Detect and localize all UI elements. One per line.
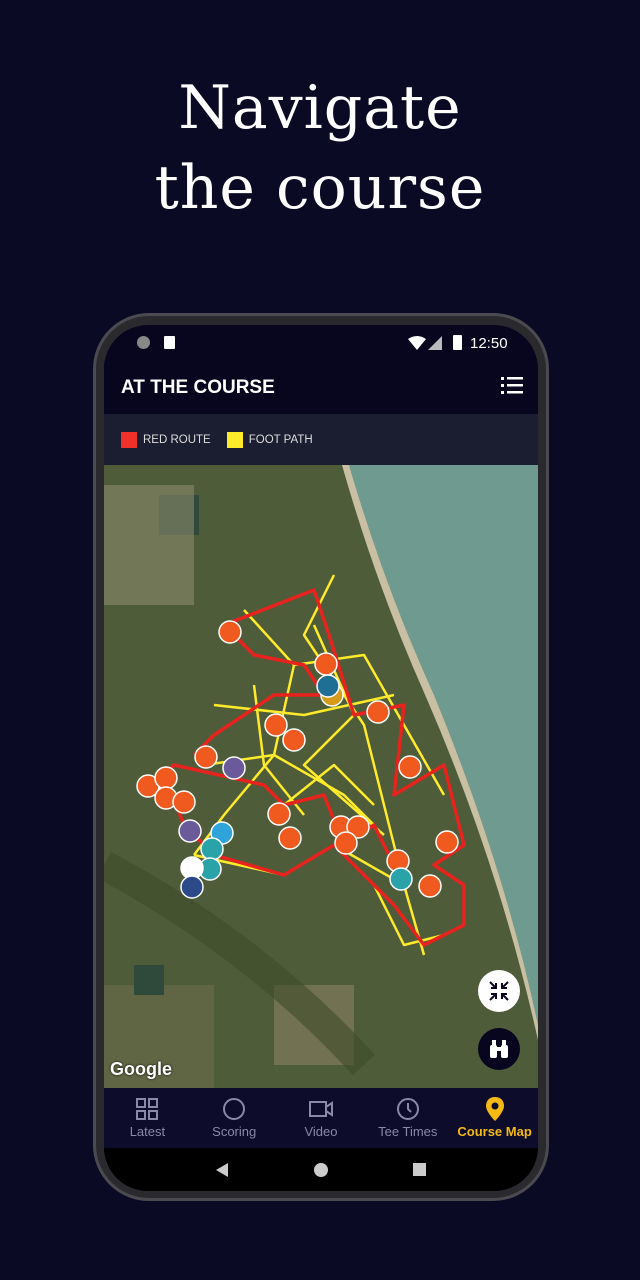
collapse-icon bbox=[489, 981, 509, 1001]
list-icon[interactable] bbox=[501, 375, 523, 395]
back-icon[interactable] bbox=[216, 1162, 230, 1177]
map-marker[interactable] bbox=[222, 756, 246, 780]
map-marker[interactable] bbox=[172, 790, 196, 814]
headline-line2: the course bbox=[154, 153, 486, 223]
wifi-icon bbox=[408, 336, 426, 350]
map-marker[interactable] bbox=[435, 830, 459, 854]
clock-icon bbox=[396, 1098, 419, 1120]
map-canvas[interactable] bbox=[104, 465, 538, 1088]
map-marker[interactable] bbox=[334, 831, 358, 855]
tab-tee-times[interactable]: Tee Times bbox=[364, 1088, 451, 1148]
recents-icon[interactable] bbox=[412, 1163, 426, 1176]
map-marker[interactable] bbox=[264, 713, 288, 737]
location-pin-icon bbox=[485, 1097, 504, 1121]
red-route-swatch bbox=[121, 431, 137, 448]
video-icon bbox=[308, 1101, 333, 1117]
map-marker[interactable] bbox=[316, 674, 340, 698]
headline-line1: Navigate bbox=[178, 73, 462, 143]
signal-icon bbox=[428, 336, 442, 350]
map-marker[interactable] bbox=[389, 867, 413, 891]
map-marker[interactable] bbox=[282, 728, 306, 752]
tab-scoring[interactable]: Scoring bbox=[191, 1088, 278, 1148]
course-map[interactable]: Google bbox=[104, 465, 538, 1088]
tab-label: Latest bbox=[129, 1124, 166, 1139]
tab-label: Tee Times bbox=[378, 1124, 438, 1139]
headline: Navigate the course bbox=[0, 68, 640, 228]
tab-label: Course Map bbox=[457, 1124, 532, 1139]
phone-screen: 12:50 AT THE COURSE RED ROUTE FOOT PATH … bbox=[104, 325, 538, 1191]
battery-icon bbox=[453, 335, 462, 350]
tab-course-map[interactable]: Course Map bbox=[451, 1088, 538, 1148]
status-bar: 12:50 bbox=[104, 325, 538, 361]
clock-time: 12:50 bbox=[470, 335, 508, 352]
foot-path-swatch bbox=[226, 431, 243, 448]
app-bar: AT THE COURSE bbox=[104, 361, 538, 414]
map-marker[interactable] bbox=[218, 620, 242, 644]
sd-card-icon bbox=[164, 336, 175, 349]
map-marker[interactable] bbox=[278, 826, 302, 850]
map-marker[interactable] bbox=[314, 652, 338, 676]
system-nav bbox=[104, 1148, 538, 1191]
map-marker[interactable] bbox=[398, 755, 422, 779]
map-legend: RED ROUTE FOOT PATH bbox=[104, 414, 538, 465]
legend-foot-path: FOOT PATH bbox=[248, 433, 313, 446]
map-marker[interactable] bbox=[418, 874, 442, 898]
tab-label: Scoring bbox=[212, 1124, 257, 1139]
binoculars-button[interactable] bbox=[478, 1028, 520, 1070]
home-icon[interactable] bbox=[314, 1162, 329, 1177]
map-marker[interactable] bbox=[180, 875, 204, 899]
grid-icon bbox=[136, 1098, 159, 1120]
camera-dot-icon bbox=[137, 336, 150, 349]
map-marker[interactable] bbox=[267, 802, 291, 826]
golf-ball-icon bbox=[223, 1098, 246, 1120]
legend-red-route: RED ROUTE bbox=[143, 433, 211, 446]
collapse-button[interactable] bbox=[478, 970, 520, 1012]
map-marker[interactable] bbox=[194, 745, 218, 769]
map-marker[interactable] bbox=[200, 837, 224, 861]
page-title: AT THE COURSE bbox=[121, 377, 275, 398]
tab-latest[interactable]: Latest bbox=[104, 1088, 191, 1148]
map-marker[interactable] bbox=[178, 819, 202, 843]
tab-video[interactable]: Video bbox=[278, 1088, 365, 1148]
map-marker[interactable] bbox=[366, 700, 390, 724]
binoculars-icon bbox=[490, 1040, 508, 1058]
tab-label: Video bbox=[304, 1124, 338, 1139]
google-attribution: Google bbox=[110, 1059, 172, 1079]
map-marker[interactable] bbox=[154, 766, 178, 790]
bottom-nav: Latest Scoring Video Tee Times Course Ma… bbox=[104, 1088, 538, 1148]
